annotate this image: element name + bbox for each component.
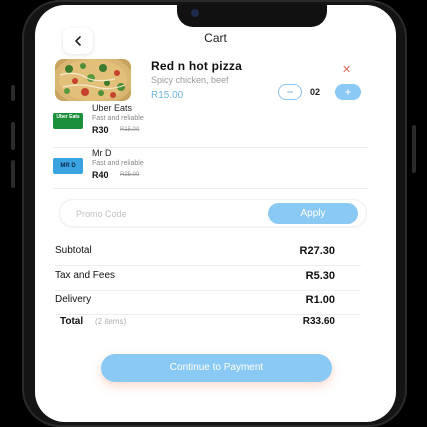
power-button [412,125,416,173]
total-item-count: (2 items) [95,317,127,326]
quantity-value: 02 [310,87,321,97]
continue-to-payment-button[interactable]: Continue to Payment [101,354,332,382]
delivery-value: R1.00 [305,294,335,306]
decrease-quantity-button[interactable]: − [278,84,302,100]
tax-row: Tax and Fees R5.30 [55,268,361,291]
total-row: Total (2 items) R33.60 [55,314,361,336]
delivery-label: Delivery [55,294,92,305]
delivery-option-mrd[interactable]: MR D Mr D Fast and reliable R40 R25.00 [53,147,368,189]
camera-icon [191,9,199,17]
device-mockup: Cart Red n hot pizza Spicy chicken, beef… [0,0,427,427]
subtotal-row: Subtotal R27.30 [55,243,361,266]
provider-price: R30 [92,125,109,135]
notch [177,5,327,27]
mrd-logo: MR D [53,158,83,174]
item-price: R15.00 [151,90,184,101]
item-name: Red n hot pizza [151,59,242,73]
pizza-image [55,59,131,101]
provider-tagline: Fast and reliable [92,160,144,167]
delivery-option-ubereats[interactable]: Uber Eats Uber Eats Fast and reliable R3… [53,103,368,143]
promo-code-box: Apply [59,199,367,227]
provider-name: Mr D [92,148,112,158]
promo-code-input[interactable] [76,206,226,222]
delivery-row: Delivery R1.00 [55,292,361,315]
apply-button[interactable]: Apply [268,203,358,224]
volume-down-button [11,160,15,188]
total-label: Total [60,316,84,327]
provider-old-price: R15.00 [120,127,140,133]
subtotal-label: Subtotal [55,245,92,256]
tax-value: R5.30 [305,270,335,282]
provider-old-price: R25.00 [120,172,140,178]
mute-switch [11,85,15,101]
provider-name: Uber Eats [92,103,133,113]
volume-up-button [11,122,15,150]
provider-tagline: Fast and reliable [92,115,144,122]
page-title: Cart [204,31,227,45]
tax-label: Tax and Fees [55,270,116,281]
ubereats-logo: Uber Eats [53,113,83,129]
subtotal-value: R27.30 [299,245,335,257]
provider-price: R40 [92,170,109,180]
app-screen: Cart Red n hot pizza Spicy chicken, beef… [35,5,396,422]
increase-quantity-button[interactable]: + [335,84,361,100]
total-value: R33.60 [302,316,335,327]
item-description: Spicy chicken, beef [151,75,229,85]
close-icon[interactable]: ✕ [342,63,351,76]
